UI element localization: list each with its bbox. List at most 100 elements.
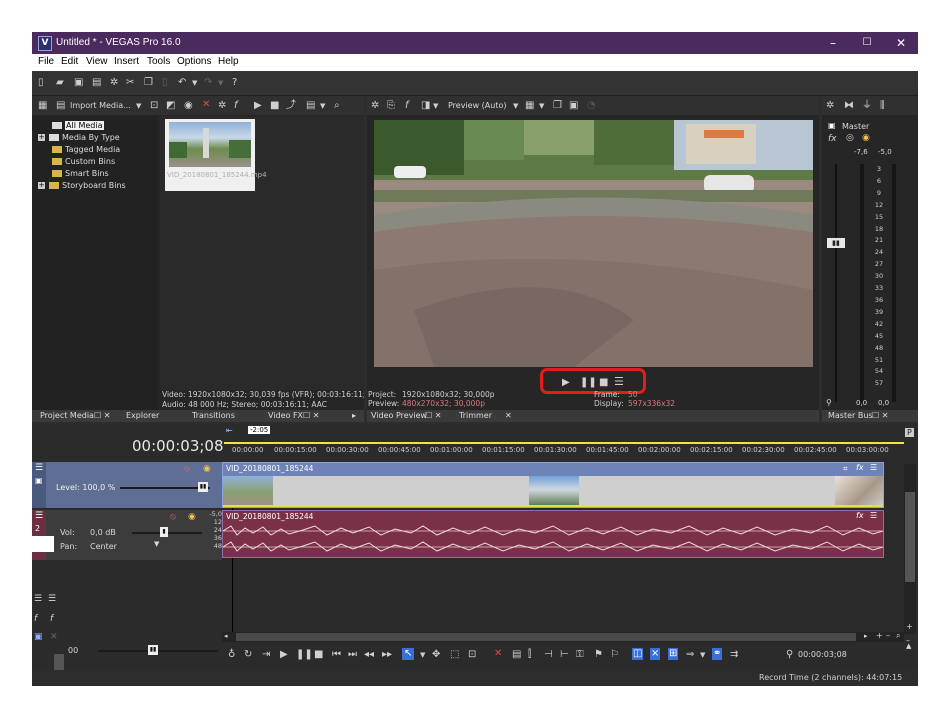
- expand-icon[interactable]: +: [38, 182, 45, 189]
- save-icon[interactable]: ▣: [74, 77, 83, 89]
- tab-trimmer[interactable]: Trimmer: [459, 411, 492, 420]
- copy-icon[interactable]: ❐: [144, 77, 153, 89]
- menu-view[interactable]: View: [86, 56, 108, 67]
- tab-close-icon[interactable]: ☐ ✕: [303, 411, 319, 420]
- event-fx-icon[interactable]: fx: [856, 463, 864, 472]
- video-level-slider[interactable]: [120, 487, 210, 489]
- zoom-in-icon[interactable]: +: [876, 631, 883, 640]
- menu-file[interactable]: File: [38, 56, 54, 67]
- preview-properties-icon[interactable]: ✲: [371, 100, 379, 112]
- audio-track-header[interactable]: ☰ 2 ⦸ ◉ Vol: 0,0 dB ▮ Pan: Center ▼ -5,0…: [32, 510, 222, 560]
- undo-icon[interactable]: ↶: [178, 77, 186, 89]
- ruler-marker-icon[interactable]: P: [905, 428, 914, 437]
- hscroll-thumb[interactable]: [236, 633, 856, 641]
- timeline-hscroll[interactable]: ◂ ▸ + – ⌕: [222, 631, 904, 642]
- stop-icon[interactable]: ■: [599, 377, 608, 389]
- import-media-icon[interactable]: ▤: [56, 100, 65, 112]
- overlays-icon[interactable]: ▦: [525, 100, 534, 112]
- tool-list-icon[interactable]: ☰: [48, 594, 56, 604]
- master-checkbox-icon[interactable]: ▣: [828, 121, 836, 130]
- event-menu-icon[interactable]: ☰: [870, 463, 877, 472]
- close-button[interactable]: ✕: [884, 32, 918, 54]
- menu-options[interactable]: Options: [177, 56, 211, 67]
- redo-dropdown-icon[interactable]: ▼: [218, 77, 223, 89]
- record-icon[interactable]: ♁: [228, 649, 235, 661]
- marker-arrow-icon[interactable]: ⇤: [226, 426, 233, 435]
- master-fx-icon[interactable]: fx: [828, 134, 837, 144]
- copy-snapshot-icon[interactable]: ❐: [553, 100, 562, 112]
- play-icon[interactable]: ▶: [562, 377, 570, 389]
- media-play-icon[interactable]: ▶: [254, 100, 262, 112]
- timeline-vscroll[interactable]: ▲: [904, 464, 916, 650]
- cut-icon[interactable]: ✂: [126, 77, 134, 89]
- search-media-icon[interactable]: ⌕: [334, 100, 340, 112]
- track-menu-icon[interactable]: ☰: [35, 511, 43, 521]
- tree-item-all-media[interactable]: All Media: [52, 121, 104, 130]
- downmix-icon[interactable]: ⧓: [844, 100, 854, 112]
- media-properties-icon[interactable]: ✲: [218, 100, 226, 112]
- tab-transitions[interactable]: Transitions: [192, 411, 235, 420]
- paste-icon[interactable]: ▯: [162, 77, 168, 89]
- menu-help[interactable]: Help: [218, 56, 239, 67]
- views-icon[interactable]: ▤: [306, 100, 315, 112]
- tool-menu-icon[interactable]: ☰: [34, 594, 42, 604]
- master-fader-handle[interactable]: ▮▮: [827, 238, 845, 248]
- pan-handle-icon[interactable]: ▼: [154, 540, 159, 548]
- lock-envelopes-icon[interactable]: ⚭: [712, 648, 723, 660]
- transport-play-icon[interactable]: ▶: [280, 649, 288, 661]
- master-lock-icon[interactable]: ⚲: [826, 398, 832, 407]
- minimize-button[interactable]: –: [816, 32, 850, 54]
- go-to-start-icon[interactable]: ⏮: [332, 649, 341, 661]
- menu-tools[interactable]: Tools: [147, 56, 170, 67]
- video-mute-icon[interactable]: ⦸: [184, 464, 190, 474]
- video-level-handle[interactable]: ▮▮: [198, 482, 208, 492]
- master-properties-icon[interactable]: ✲: [826, 100, 834, 112]
- undo-dropdown-icon[interactable]: ▼: [192, 77, 197, 89]
- normal-edit-tool-icon[interactable]: ↖: [402, 648, 415, 660]
- expand-icon[interactable]: +: [38, 134, 45, 141]
- split-icon[interactable]: ⫿: [528, 649, 531, 661]
- hscroll-left-icon[interactable]: ◂: [224, 632, 228, 640]
- dim-icon[interactable]: ⏚: [862, 100, 872, 112]
- rate-handle[interactable]: ▮▮: [148, 645, 158, 655]
- tab-master-bus[interactable]: Master Bus: [828, 411, 873, 420]
- audio-solo-icon[interactable]: ◉: [188, 512, 196, 522]
- tree-item-storyboard-bins[interactable]: + Storyboard Bins: [38, 181, 126, 190]
- views-dropdown-icon[interactable]: ▼: [320, 100, 325, 112]
- event-pan-crop-icon[interactable]: ⌗: [843, 464, 848, 474]
- tree-item-media-by-type[interactable]: + Media By Type: [38, 133, 120, 142]
- delete-icon[interactable]: ✕: [494, 648, 502, 660]
- video-solo-icon[interactable]: ◉: [203, 464, 211, 474]
- external-monitor-icon[interactable]: ⎘: [387, 100, 395, 112]
- left-scroll-thumb[interactable]: [54, 654, 64, 670]
- next-frame-icon[interactable]: ▸▸: [382, 649, 392, 661]
- split-screen-icon[interactable]: ◨: [421, 100, 430, 112]
- zoom-edit-tool-icon[interactable]: ⊡: [468, 649, 476, 661]
- import-dropdown-icon[interactable]: ▼: [136, 100, 141, 112]
- mixer-icon[interactable]: ⫼: [880, 100, 885, 112]
- media-thumbnail[interactable]: VID_20180801_185244.mp4: [165, 119, 267, 191]
- tree-item-custom-bins[interactable]: Custom Bins: [52, 157, 115, 166]
- menu-insert[interactable]: Insert: [114, 56, 139, 67]
- maximize-button[interactable]: ☐: [850, 32, 884, 54]
- new-project-icon[interactable]: ▯: [38, 77, 44, 89]
- save-as-icon[interactable]: ▤: [92, 77, 101, 89]
- envelope-tool-icon[interactable]: ✥: [432, 649, 440, 661]
- save-snapshot-icon[interactable]: ▣: [569, 100, 578, 112]
- ripple-icon[interactable]: ⇒: [686, 649, 694, 661]
- prev-frame-icon[interactable]: ◂◂: [364, 649, 374, 661]
- zoom-out-vertical-icon[interactable]: –: [906, 636, 910, 645]
- tab-project-media[interactable]: Project Media: [40, 411, 94, 420]
- properties-icon[interactable]: ✲: [110, 77, 118, 89]
- media-fx-icon[interactable]: f: [234, 100, 238, 112]
- loop-playback-icon[interactable]: ↻: [244, 649, 252, 661]
- go-to-end-icon[interactable]: ⏭: [348, 649, 357, 661]
- track-expand-icon[interactable]: ▣: [35, 476, 43, 485]
- region-icon[interactable]: ⚐: [610, 649, 619, 661]
- tab-more-icon[interactable]: ▸: [352, 411, 356, 420]
- play-from-start-icon[interactable]: ⇥: [262, 649, 270, 661]
- trim-start-icon[interactable]: ⊣: [544, 649, 553, 661]
- audio-event[interactable]: VID_20180801_185244 fx ☰: [222, 510, 884, 558]
- tool-fx-icon[interactable]: f: [34, 614, 37, 624]
- audio-fx-icon[interactable]: fx: [856, 511, 864, 520]
